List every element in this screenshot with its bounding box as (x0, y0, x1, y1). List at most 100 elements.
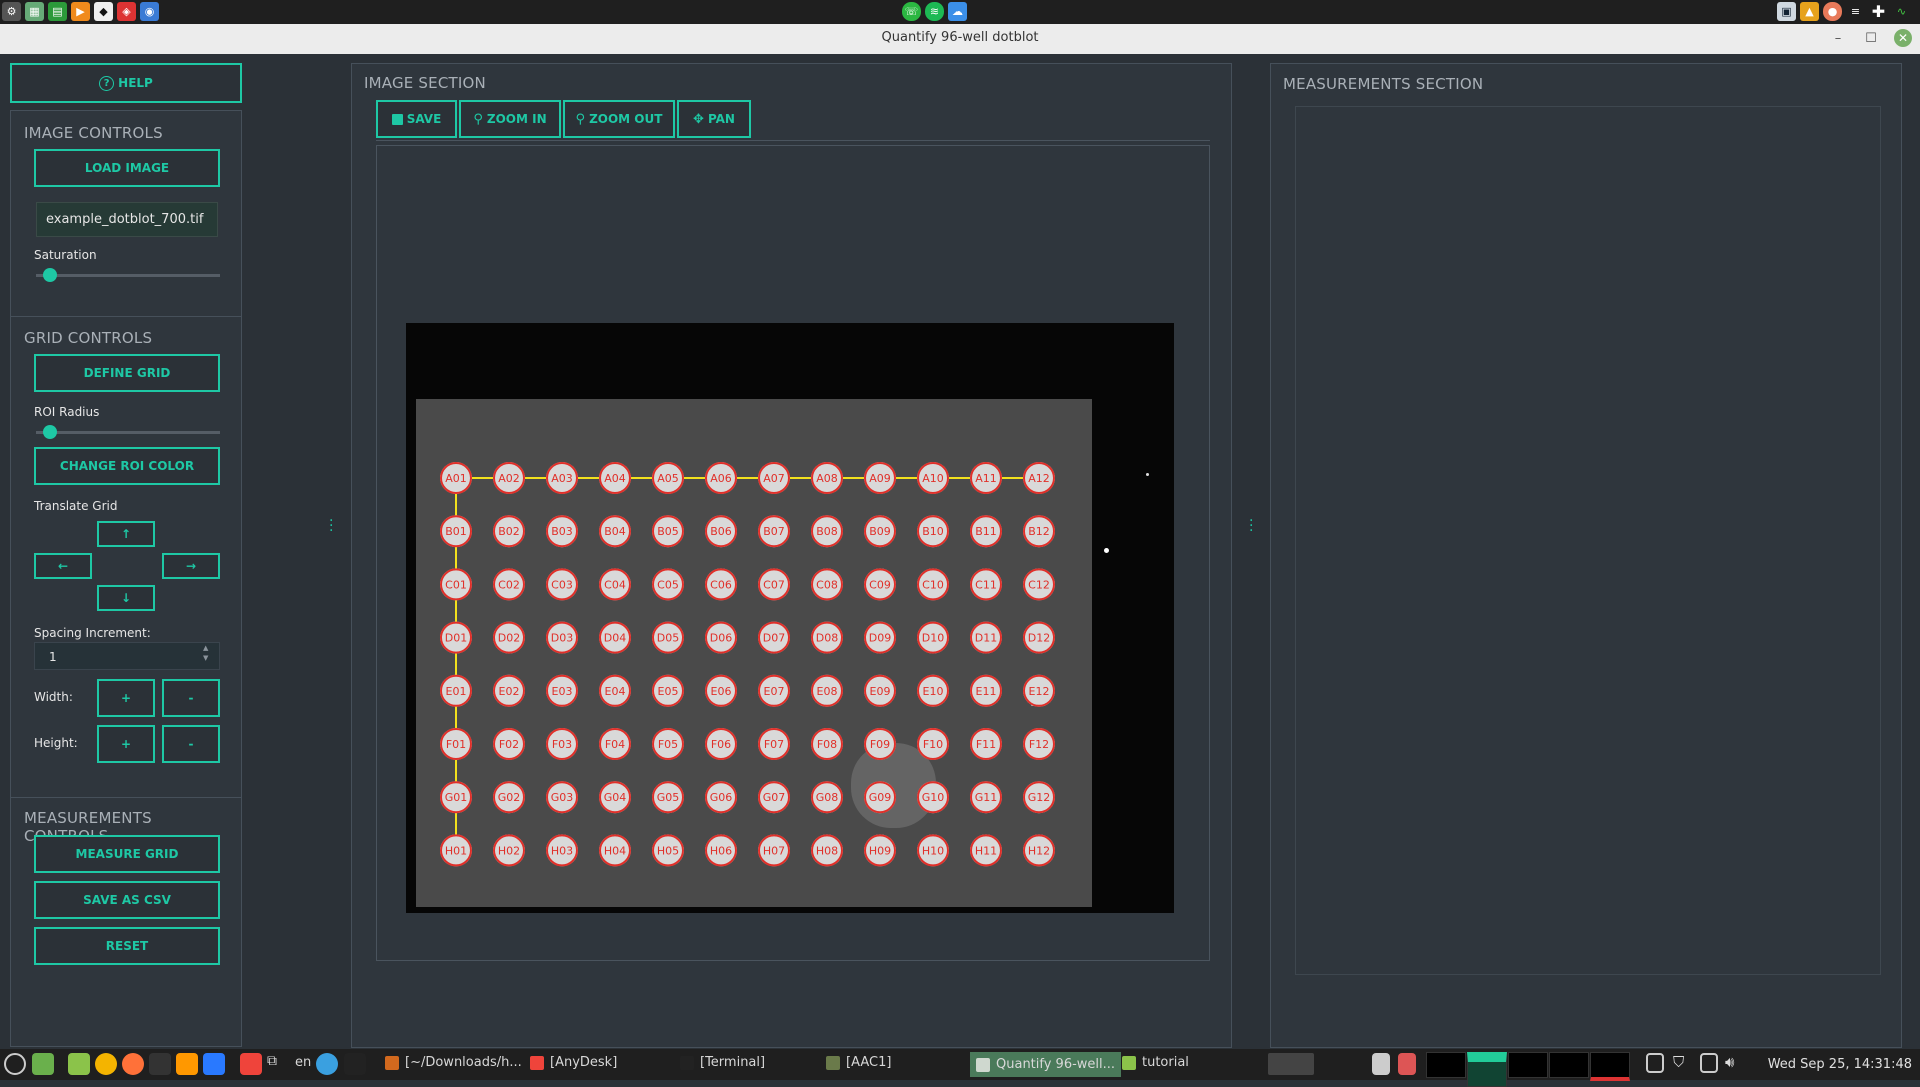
roi-label: F10 (923, 738, 943, 751)
saturation-slider[interactable] (36, 274, 220, 277)
ristretto-app-icon[interactable]: ◈ (117, 2, 136, 21)
translate-left-button[interactable]: ← (34, 553, 92, 579)
xcode-icon[interactable] (316, 1053, 338, 1075)
terminal-small-icon[interactable] (344, 1053, 366, 1075)
tray-app-icon-2[interactable]: ▲ (1800, 2, 1819, 21)
spotify-icon[interactable]: ≋ (925, 2, 944, 21)
task-quantify[interactable]: Quantify 96-well... (970, 1052, 1122, 1077)
roi-label: B12 (1028, 525, 1050, 538)
settings-app-icon[interactable]: ⚙ (2, 2, 21, 21)
control-panel-app-icon[interactable]: ▦ (25, 2, 44, 21)
roi-label: D05 (657, 632, 679, 645)
height-decrease-button[interactable]: - (162, 725, 220, 763)
keyboard-layout[interactable]: en (295, 1055, 311, 1070)
add-icon[interactable]: ✚ (1869, 2, 1888, 21)
terminal-icon (680, 1055, 694, 1070)
define-grid-button[interactable]: DEFINE GRID (34, 354, 220, 392)
roi-radius-slider-handle[interactable] (42, 425, 57, 439)
media-player-app-icon[interactable]: ▶ (71, 2, 90, 21)
change-roi-color-button[interactable]: CHANGE ROI COLOR (34, 447, 220, 485)
inkscape-app-icon[interactable]: ◆ (94, 2, 113, 21)
roi-label: A09 (869, 472, 891, 485)
roi-label: F07 (764, 738, 784, 751)
task-anydesk[interactable]: [AnyDesk] (530, 1055, 617, 1070)
height-increase-button[interactable]: + (97, 725, 155, 763)
chrome-icon[interactable] (95, 1053, 117, 1075)
saturation-slider-handle[interactable] (42, 268, 57, 282)
menu-icon[interactable]: ≡ (1846, 2, 1865, 21)
rstudio-icon[interactable] (203, 1053, 225, 1075)
roi-grid-overlay[interactable]: A01 A02 A03 A04 A05 A06 A07 A08 A09 A10 A11 A12 B01 B… (406, 323, 1174, 913)
save-image-button[interactable]: SAVE (376, 100, 457, 138)
translate-up-button[interactable]: ↑ (97, 521, 155, 547)
task-terminal[interactable]: [Terminal] (680, 1055, 765, 1070)
measure-grid-button[interactable]: MEASURE GRID (34, 835, 220, 873)
pan-button[interactable]: ✥ PAN (677, 100, 751, 138)
zoom-out-button[interactable]: ⚲ ZOOM OUT (563, 100, 675, 138)
reset-button[interactable]: RESET (34, 927, 220, 965)
minimize-button[interactable]: – (1828, 29, 1848, 49)
left-splitter-handle[interactable]: · · · (329, 514, 333, 538)
task-aac1[interactable]: [AAC1] (826, 1055, 891, 1070)
sublime-icon[interactable] (176, 1053, 198, 1075)
roi-label: C12 (1028, 578, 1050, 591)
roi-label: F09 (870, 738, 890, 751)
help-button[interactable]: ? HELP (10, 63, 242, 103)
screenshot-app-icon[interactable]: ◉ (140, 2, 159, 21)
clock[interactable]: Wed Sep 25, 14:31:48 (1768, 1057, 1912, 1072)
battery-icon[interactable] (1700, 1053, 1718, 1073)
spinbox-arrows-icon[interactable]: ▲ ▼ (203, 643, 208, 663)
roi-label: H03 (551, 844, 573, 857)
translate-grid-label: Translate Grid (34, 499, 118, 513)
tray-app-icon-3[interactable]: ● (1823, 2, 1842, 21)
dropbox-icon[interactable]: ⧉ (267, 1053, 289, 1075)
roi-label: A03 (551, 472, 573, 485)
roi-label: F06 (711, 738, 731, 751)
tray-icon-b[interactable] (1398, 1053, 1416, 1075)
save-csv-button[interactable]: SAVE AS CSV (34, 881, 220, 919)
anydesk-icon[interactable] (240, 1053, 262, 1075)
roi-label: D06 (710, 632, 732, 645)
clipboard-icon[interactable] (1646, 1053, 1664, 1073)
arrow-down-icon: ↓ (120, 591, 132, 605)
tray-icon-a[interactable] (1372, 1053, 1390, 1075)
power-icon[interactable] (4, 1053, 26, 1075)
volume-icon[interactable]: 🔊︎ (1725, 1053, 1747, 1075)
cloud-icon[interactable]: ☁ (948, 2, 967, 21)
roi-label: E03 (552, 685, 573, 698)
spacing-increment-spinbox[interactable]: 1 (34, 642, 220, 670)
shield-icon[interactable]: ⛉ (1673, 1053, 1695, 1075)
close-button[interactable]: ✕ (1894, 29, 1912, 47)
roi-label: G10 (922, 791, 945, 804)
translate-right-button[interactable]: → (162, 553, 220, 579)
width-decrease-button[interactable]: - (162, 679, 220, 717)
right-splitter-handle[interactable]: · · · (1249, 514, 1253, 538)
files-icon[interactable] (68, 1053, 90, 1075)
task-label: [Terminal] (700, 1055, 766, 1070)
task-downloads[interactable]: [~/Downloads/h... (385, 1055, 522, 1070)
dotblot-image[interactable]: A01 A02 A03 A04 A05 A06 A07 A08 A09 A10 A11 A12 B01 B… (406, 323, 1174, 913)
terminal-icon[interactable] (149, 1053, 171, 1075)
firefox-icon[interactable] (122, 1053, 144, 1075)
tray-app-icon-1[interactable]: ▣ (1777, 2, 1796, 21)
roi-label: H07 (763, 844, 785, 857)
maximize-button[interactable]: ☐ (1861, 29, 1881, 49)
measurements-table-area[interactable] (1295, 106, 1881, 975)
save-icon (391, 113, 403, 125)
image-controls-title: IMAGE CONTROLS (24, 124, 163, 142)
workspace-switcher[interactable] (1268, 1053, 1314, 1075)
zoom-in-button[interactable]: ⚲ ZOOM IN (459, 100, 561, 138)
filename-field[interactable]: example_dotblot_700.tif (36, 202, 218, 237)
memory-graph (1467, 1052, 1507, 1087)
width-increase-button[interactable]: + (97, 679, 155, 717)
load-image-button[interactable]: LOAD IMAGE (34, 149, 220, 187)
translate-down-button[interactable]: ↓ (97, 585, 155, 611)
spreadsheet-app-icon[interactable]: ▤ (48, 2, 67, 21)
roi-radius-slider[interactable] (36, 431, 220, 434)
roi-label: A06 (710, 472, 732, 485)
task-tutorial[interactable]: tutorial (1122, 1055, 1189, 1070)
whatsapp-icon[interactable]: ☏ (902, 2, 921, 21)
desktop-icon[interactable] (32, 1053, 54, 1075)
system-monitor-icon[interactable]: ∿ (1892, 2, 1911, 21)
grid-controls-panel: GRID CONTROLS DEFINE GRID ROI Radius CHA… (10, 316, 242, 844)
